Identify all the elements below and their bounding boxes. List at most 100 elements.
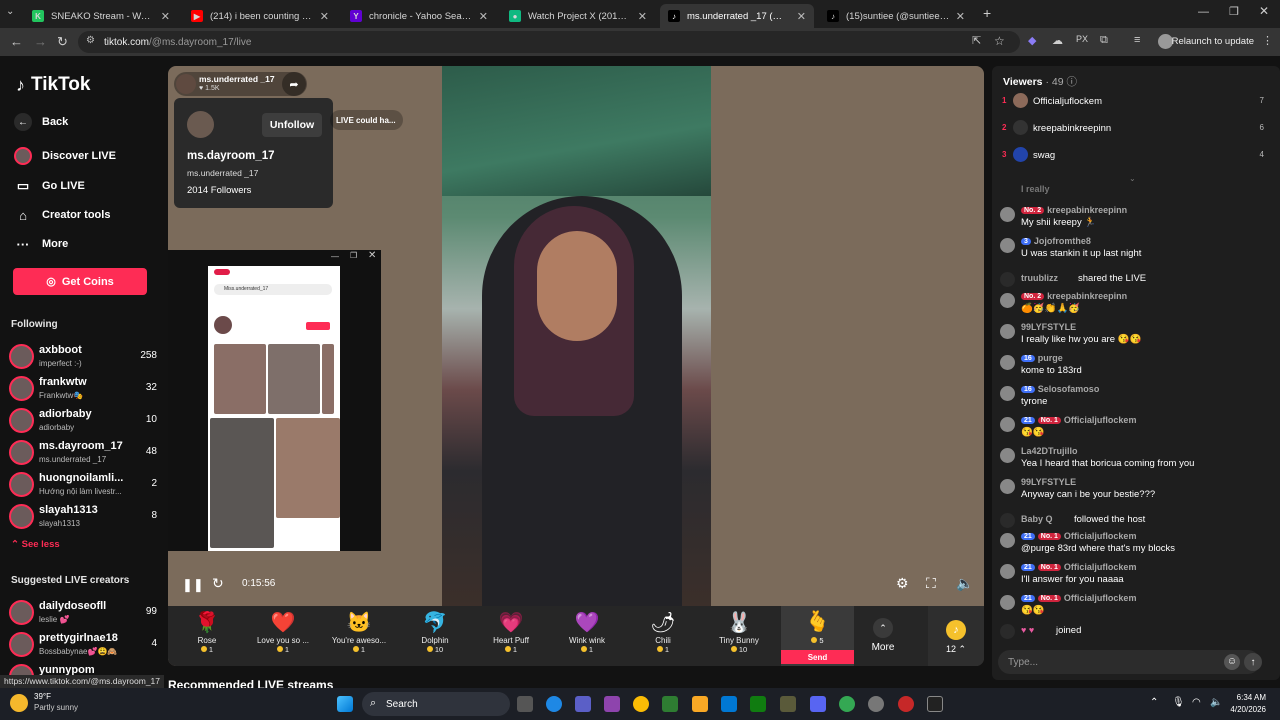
- site-info-icon[interactable]: ⚙: [86, 35, 95, 46]
- xbox-icon[interactable]: [750, 696, 766, 712]
- featured-gift[interactable]: 🫰 5 Send: [781, 606, 854, 666]
- unfollow-button[interactable]: Unfollow: [262, 113, 322, 137]
- nav-creator-tools[interactable]: ⌂ Creator tools: [14, 206, 110, 224]
- tab-close-icon[interactable]: ✕: [797, 10, 806, 23]
- browser-tab[interactable]: K SNEAKO Stream - Watch Live o ✕: [24, 4, 178, 28]
- chrome-active-icon[interactable]: [839, 696, 855, 712]
- teams-icon[interactable]: [575, 696, 591, 712]
- chat-username-line[interactable]: 99LYFSTYLE: [1021, 477, 1076, 487]
- host-avatar[interactable]: [176, 74, 196, 94]
- gift-item[interactable]: 🐰 Tiny Bunny 10: [704, 610, 774, 664]
- sidebar-creator-row[interactable]: prettygirlnae18 Bossbabynae💕😩🙈 4: [9, 630, 159, 660]
- send-gift-button[interactable]: Send: [781, 650, 854, 664]
- coin-balance[interactable]: ♪ 12 ⌃: [928, 606, 984, 666]
- top-viewer-row[interactable]: 3 swag 4: [1002, 147, 1264, 165]
- extensions-puzzle-icon[interactable]: ⧉: [1100, 34, 1108, 47]
- app-game-icon[interactable]: [780, 696, 796, 712]
- see-less-link[interactable]: ⌃ See less: [11, 539, 60, 550]
- gift-item[interactable]: 🌹 Rose 1: [172, 610, 242, 664]
- gift-item[interactable]: 🐱 You're aweso... 1: [324, 610, 394, 664]
- chat-username-line[interactable]: 21 No. 1 Officialjuflockem: [1021, 415, 1136, 425]
- reload-icon[interactable]: ↻: [57, 34, 68, 50]
- chat-username-line[interactable]: 21 No. 1 Officialjuflockem: [1021, 562, 1136, 572]
- relaunch-button[interactable]: Relaunch to update: [1172, 36, 1254, 47]
- share-button[interactable]: ➦: [282, 72, 306, 96]
- maximize-icon[interactable]: ❐: [1229, 5, 1239, 18]
- close-window-icon[interactable]: ✕: [1259, 4, 1269, 18]
- chat-username-line[interactable]: 21 No. 1 Officialjuflockem: [1021, 531, 1136, 541]
- more-gifts-button[interactable]: ⌃ More: [868, 618, 898, 653]
- chat-username-line[interactable]: La42DTrujillo: [1021, 446, 1078, 456]
- tab-list-icon[interactable]: ⌄: [6, 6, 14, 17]
- discord-icon[interactable]: [810, 696, 826, 712]
- sidebar-creator-row[interactable]: slayah1313 slayah1313 8: [9, 502, 159, 532]
- store-icon[interactable]: [662, 696, 678, 712]
- send-icon[interactable]: ↑: [1244, 653, 1262, 671]
- pip-window[interactable]: — ❐ ✕ Miss.underrated_17: [168, 250, 381, 551]
- tiktok-logo[interactable]: ♪ TikTok: [16, 74, 90, 96]
- taskbar-clock[interactable]: 6:34 AM 4/20/2026: [1230, 692, 1266, 716]
- chrome-icon[interactable]: [633, 696, 649, 712]
- new-tab-icon[interactable]: +: [983, 5, 991, 21]
- top-viewer-row[interactable]: 2 kreepabinkreepinn 6: [1002, 120, 1264, 138]
- task-view-icon[interactable]: [517, 696, 533, 712]
- get-coins-button[interactable]: ◎ Get Coins: [13, 268, 147, 295]
- edge-icon[interactable]: [546, 696, 562, 712]
- chat-username-line[interactable]: 16 purge: [1021, 353, 1063, 363]
- refresh-icon[interactable]: ↻: [212, 575, 224, 592]
- pip-maximize-icon[interactable]: ❐: [350, 251, 357, 260]
- chat-username-line[interactable]: 16 Selosofamoso: [1021, 384, 1099, 394]
- fullscreen-icon[interactable]: ⛶: [926, 575, 936, 592]
- gift-item[interactable]: 💗 Heart Puff 1: [476, 610, 546, 664]
- chevron-up-icon[interactable]: ⌃: [1150, 697, 1158, 708]
- viewers-header[interactable]: Viewers · 49 ⓘ: [1003, 74, 1077, 89]
- gift-item[interactable]: 🐬 Dolphin 10: [400, 610, 470, 664]
- volume-icon[interactable]: 🔈: [956, 575, 973, 592]
- live-video-player[interactable]: ms.underrated _17 ♥ 1.5K ➦ Unfollow ms.d…: [168, 66, 984, 666]
- settings-icon[interactable]: [868, 696, 884, 712]
- extension-cloud-icon[interactable]: ☁: [1052, 34, 1063, 47]
- taskbar-search[interactable]: ⌕ Search: [362, 692, 510, 716]
- file-explorer-icon[interactable]: [692, 696, 708, 712]
- nav-more[interactable]: ··· More: [14, 235, 69, 253]
- epic-games-icon[interactable]: [927, 696, 943, 712]
- bookmark-star-icon[interactable]: ☆: [994, 34, 1005, 48]
- forward-arrow-icon[interactable]: →: [34, 34, 47, 49]
- pip-close-icon[interactable]: ✕: [368, 250, 376, 261]
- popup-avatar[interactable]: [187, 111, 214, 138]
- info-icon[interactable]: ⓘ: [1066, 76, 1077, 88]
- extension-icon[interactable]: ◆: [1028, 34, 1036, 47]
- tab-close-icon[interactable]: ✕: [956, 10, 965, 23]
- pause-icon[interactable]: ❚❚: [182, 577, 204, 593]
- chat-username[interactable]: truublizz: [1021, 273, 1058, 283]
- browser-tab[interactable]: ● Watch Project X (2012) For Fre ✕: [501, 4, 655, 28]
- tab-close-icon[interactable]: ✕: [320, 10, 329, 23]
- speaker-icon[interactable]: 🔈: [1210, 697, 1222, 708]
- tab-close-icon[interactable]: ✕: [161, 10, 170, 23]
- sidebar-creator-row[interactable]: frankwtw Frankwtw🎭 32: [9, 374, 159, 404]
- back-arrow-icon[interactable]: ←: [10, 34, 23, 49]
- browser-menu-icon[interactable]: ⋮: [1262, 34, 1273, 47]
- browser-tab[interactable]: ♪ (15)suntiee (@suntiee) | TikTok ✕: [819, 4, 973, 28]
- gift-item[interactable]: 🌶 Chili 1: [628, 610, 698, 664]
- browser-tab[interactable]: ▶ (214) i been counting paper i g ✕: [183, 4, 337, 28]
- app-red-icon[interactable]: [898, 696, 914, 712]
- pip-minimize-icon[interactable]: —: [331, 252, 339, 261]
- chat-username-line[interactable]: 99LYFSTYLE: [1021, 322, 1076, 332]
- settings-gear-icon[interactable]: ⚙: [896, 575, 909, 592]
- tab-close-icon[interactable]: ✕: [479, 10, 488, 23]
- chat-username-line[interactable]: No. 2 kreepabinkreepinn: [1021, 205, 1127, 215]
- nav-discover-live[interactable]: Discover LIVE: [14, 147, 116, 165]
- browser-tab[interactable]: Ychronicle - Yahoo Search Resul ✕: [342, 4, 496, 28]
- sidebar-creator-row[interactable]: huongnoilamli... Hướng nội làm livestr...…: [9, 470, 159, 500]
- tab-close-icon[interactable]: ✕: [638, 10, 647, 23]
- chat-input[interactable]: Type...: [998, 650, 1260, 674]
- sidebar-creator-row[interactable]: dailydoseofll leslie 💕 99: [9, 598, 159, 628]
- gift-item[interactable]: 💜 Wink wink 1: [552, 610, 622, 664]
- chat-username-line[interactable]: 21 No. 1 Officialjuflockem: [1021, 593, 1136, 603]
- app-c-icon[interactable]: [721, 696, 737, 712]
- emoji-icon[interactable]: ☺: [1224, 654, 1240, 670]
- url-input[interactable]: ⚙ tiktok.com/@ms.dayroom_17/live: [78, 31, 1020, 53]
- open-in-app-icon[interactable]: ⇱: [972, 34, 981, 47]
- chevron-down-icon[interactable]: ⌄: [1129, 174, 1136, 183]
